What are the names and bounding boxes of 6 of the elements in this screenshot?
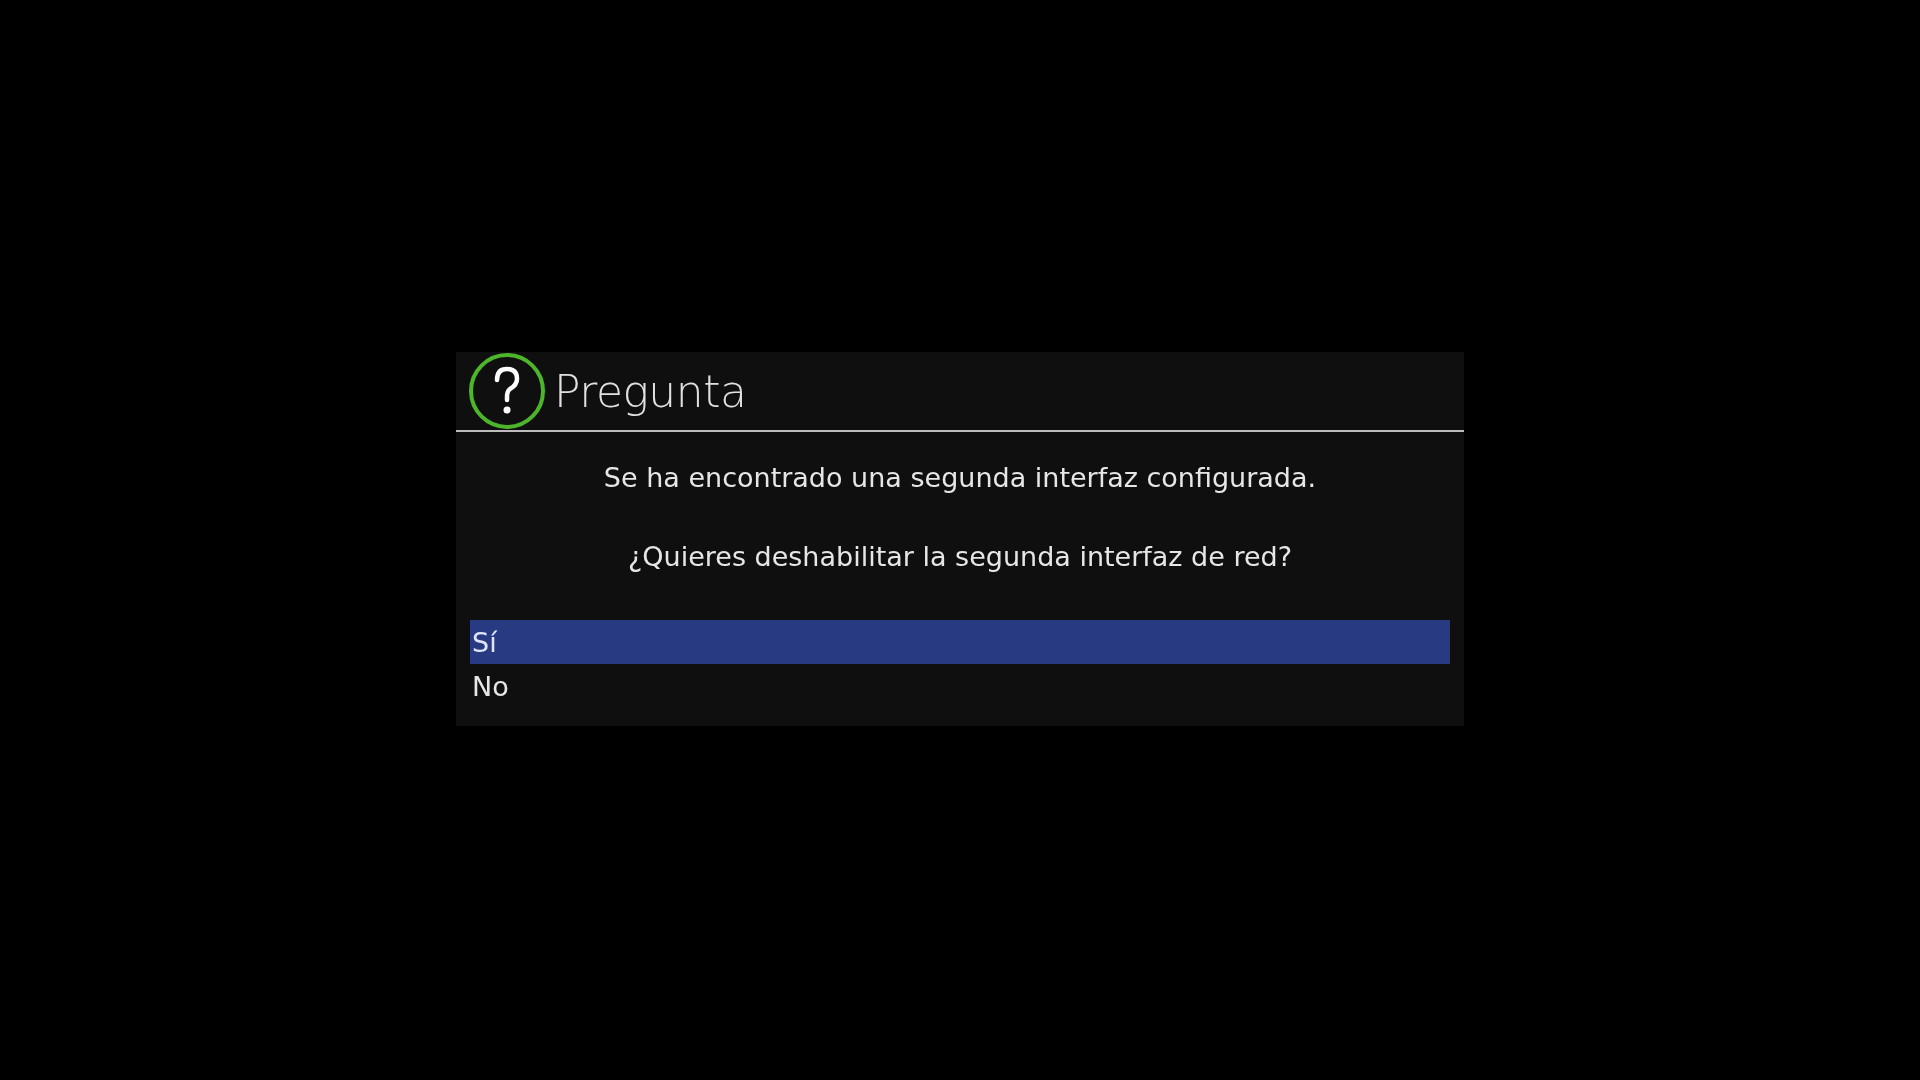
message-text: ¿Quieres deshabilitar la segunda interfaz de red? [627, 541, 1293, 572]
message-text: Se ha encontrado una segunda interfaz configurada. [603, 462, 1317, 493]
dialog-title: Pregunta [554, 365, 747, 417]
option-item[interactable]: No [470, 664, 1450, 708]
option-item[interactable]: Sí [470, 620, 1450, 664]
question-icon [468, 352, 546, 430]
